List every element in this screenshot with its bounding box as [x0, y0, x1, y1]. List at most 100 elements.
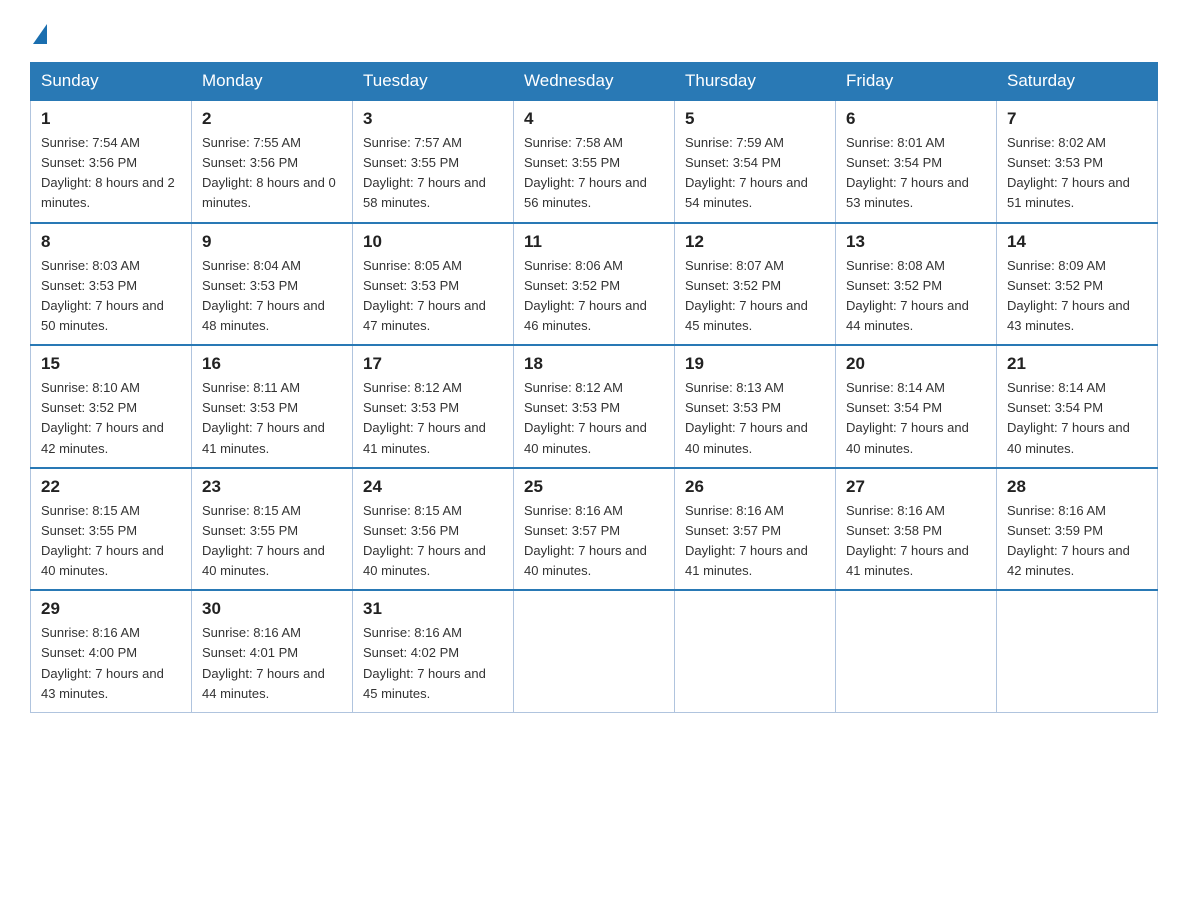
col-header-thursday: Thursday	[675, 63, 836, 101]
day-number: 1	[41, 109, 181, 129]
calendar-cell: 15 Sunrise: 8:10 AMSunset: 3:52 PMDaylig…	[31, 345, 192, 468]
day-info: Sunrise: 8:16 AMSunset: 3:57 PMDaylight:…	[685, 503, 808, 578]
calendar-cell: 23 Sunrise: 8:15 AMSunset: 3:55 PMDaylig…	[192, 468, 353, 591]
day-number: 10	[363, 232, 503, 252]
week-row-4: 22 Sunrise: 8:15 AMSunset: 3:55 PMDaylig…	[31, 468, 1158, 591]
page-header	[30, 20, 1158, 44]
day-number: 9	[202, 232, 342, 252]
week-row-1: 1 Sunrise: 7:54 AMSunset: 3:56 PMDayligh…	[31, 100, 1158, 223]
calendar-cell: 21 Sunrise: 8:14 AMSunset: 3:54 PMDaylig…	[997, 345, 1158, 468]
day-info: Sunrise: 8:08 AMSunset: 3:52 PMDaylight:…	[846, 258, 969, 333]
calendar-cell: 5 Sunrise: 7:59 AMSunset: 3:54 PMDayligh…	[675, 100, 836, 223]
day-number: 14	[1007, 232, 1147, 252]
col-header-wednesday: Wednesday	[514, 63, 675, 101]
week-row-2: 8 Sunrise: 8:03 AMSunset: 3:53 PMDayligh…	[31, 223, 1158, 346]
col-header-friday: Friday	[836, 63, 997, 101]
calendar-cell: 9 Sunrise: 8:04 AMSunset: 3:53 PMDayligh…	[192, 223, 353, 346]
day-number: 5	[685, 109, 825, 129]
day-info: Sunrise: 8:01 AMSunset: 3:54 PMDaylight:…	[846, 135, 969, 210]
day-info: Sunrise: 7:54 AMSunset: 3:56 PMDaylight:…	[41, 135, 175, 210]
day-number: 13	[846, 232, 986, 252]
day-info: Sunrise: 7:57 AMSunset: 3:55 PMDaylight:…	[363, 135, 486, 210]
day-number: 24	[363, 477, 503, 497]
day-number: 7	[1007, 109, 1147, 129]
day-number: 4	[524, 109, 664, 129]
day-info: Sunrise: 7:58 AMSunset: 3:55 PMDaylight:…	[524, 135, 647, 210]
day-info: Sunrise: 8:04 AMSunset: 3:53 PMDaylight:…	[202, 258, 325, 333]
day-number: 22	[41, 477, 181, 497]
day-info: Sunrise: 8:16 AMSunset: 4:01 PMDaylight:…	[202, 625, 325, 700]
calendar-cell: 29 Sunrise: 8:16 AMSunset: 4:00 PMDaylig…	[31, 590, 192, 712]
day-number: 16	[202, 354, 342, 374]
calendar-cell: 2 Sunrise: 7:55 AMSunset: 3:56 PMDayligh…	[192, 100, 353, 223]
day-info: Sunrise: 8:12 AMSunset: 3:53 PMDaylight:…	[524, 380, 647, 455]
calendar-cell	[836, 590, 997, 712]
day-info: Sunrise: 8:16 AMSunset: 3:58 PMDaylight:…	[846, 503, 969, 578]
calendar-cell: 3 Sunrise: 7:57 AMSunset: 3:55 PMDayligh…	[353, 100, 514, 223]
calendar-header-row: SundayMondayTuesdayWednesdayThursdayFrid…	[31, 63, 1158, 101]
day-info: Sunrise: 8:05 AMSunset: 3:53 PMDaylight:…	[363, 258, 486, 333]
day-number: 12	[685, 232, 825, 252]
calendar-table: SundayMondayTuesdayWednesdayThursdayFrid…	[30, 62, 1158, 713]
calendar-cell: 1 Sunrise: 7:54 AMSunset: 3:56 PMDayligh…	[31, 100, 192, 223]
calendar-cell: 8 Sunrise: 8:03 AMSunset: 3:53 PMDayligh…	[31, 223, 192, 346]
day-number: 3	[363, 109, 503, 129]
day-number: 28	[1007, 477, 1147, 497]
col-header-monday: Monday	[192, 63, 353, 101]
calendar-cell: 12 Sunrise: 8:07 AMSunset: 3:52 PMDaylig…	[675, 223, 836, 346]
calendar-cell: 27 Sunrise: 8:16 AMSunset: 3:58 PMDaylig…	[836, 468, 997, 591]
calendar-cell: 16 Sunrise: 8:11 AMSunset: 3:53 PMDaylig…	[192, 345, 353, 468]
day-info: Sunrise: 8:09 AMSunset: 3:52 PMDaylight:…	[1007, 258, 1130, 333]
day-number: 2	[202, 109, 342, 129]
day-info: Sunrise: 8:07 AMSunset: 3:52 PMDaylight:…	[685, 258, 808, 333]
day-number: 20	[846, 354, 986, 374]
calendar-cell	[675, 590, 836, 712]
day-number: 11	[524, 232, 664, 252]
calendar-cell: 31 Sunrise: 8:16 AMSunset: 4:02 PMDaylig…	[353, 590, 514, 712]
day-number: 23	[202, 477, 342, 497]
calendar-cell: 28 Sunrise: 8:16 AMSunset: 3:59 PMDaylig…	[997, 468, 1158, 591]
calendar-cell: 30 Sunrise: 8:16 AMSunset: 4:01 PMDaylig…	[192, 590, 353, 712]
calendar-cell: 7 Sunrise: 8:02 AMSunset: 3:53 PMDayligh…	[997, 100, 1158, 223]
week-row-3: 15 Sunrise: 8:10 AMSunset: 3:52 PMDaylig…	[31, 345, 1158, 468]
day-number: 26	[685, 477, 825, 497]
calendar-cell: 17 Sunrise: 8:12 AMSunset: 3:53 PMDaylig…	[353, 345, 514, 468]
day-info: Sunrise: 7:55 AMSunset: 3:56 PMDaylight:…	[202, 135, 336, 210]
day-info: Sunrise: 8:15 AMSunset: 3:55 PMDaylight:…	[41, 503, 164, 578]
week-row-5: 29 Sunrise: 8:16 AMSunset: 4:00 PMDaylig…	[31, 590, 1158, 712]
day-number: 31	[363, 599, 503, 619]
day-info: Sunrise: 8:16 AMSunset: 3:59 PMDaylight:…	[1007, 503, 1130, 578]
calendar-cell: 26 Sunrise: 8:16 AMSunset: 3:57 PMDaylig…	[675, 468, 836, 591]
calendar-cell	[514, 590, 675, 712]
day-info: Sunrise: 8:16 AMSunset: 3:57 PMDaylight:…	[524, 503, 647, 578]
col-header-tuesday: Tuesday	[353, 63, 514, 101]
calendar-cell: 20 Sunrise: 8:14 AMSunset: 3:54 PMDaylig…	[836, 345, 997, 468]
col-header-sunday: Sunday	[31, 63, 192, 101]
calendar-cell: 19 Sunrise: 8:13 AMSunset: 3:53 PMDaylig…	[675, 345, 836, 468]
calendar-cell: 11 Sunrise: 8:06 AMSunset: 3:52 PMDaylig…	[514, 223, 675, 346]
day-info: Sunrise: 8:10 AMSunset: 3:52 PMDaylight:…	[41, 380, 164, 455]
day-number: 19	[685, 354, 825, 374]
calendar-cell: 10 Sunrise: 8:05 AMSunset: 3:53 PMDaylig…	[353, 223, 514, 346]
calendar-cell: 6 Sunrise: 8:01 AMSunset: 3:54 PMDayligh…	[836, 100, 997, 223]
day-number: 15	[41, 354, 181, 374]
day-info: Sunrise: 8:15 AMSunset: 3:55 PMDaylight:…	[202, 503, 325, 578]
day-info: Sunrise: 8:12 AMSunset: 3:53 PMDaylight:…	[363, 380, 486, 455]
day-info: Sunrise: 8:16 AMSunset: 4:02 PMDaylight:…	[363, 625, 486, 700]
day-info: Sunrise: 8:14 AMSunset: 3:54 PMDaylight:…	[846, 380, 969, 455]
col-header-saturday: Saturday	[997, 63, 1158, 101]
day-info: Sunrise: 8:13 AMSunset: 3:53 PMDaylight:…	[685, 380, 808, 455]
day-number: 17	[363, 354, 503, 374]
day-number: 29	[41, 599, 181, 619]
day-info: Sunrise: 8:06 AMSunset: 3:52 PMDaylight:…	[524, 258, 647, 333]
day-number: 8	[41, 232, 181, 252]
logo	[30, 20, 47, 44]
day-info: Sunrise: 8:02 AMSunset: 3:53 PMDaylight:…	[1007, 135, 1130, 210]
day-info: Sunrise: 7:59 AMSunset: 3:54 PMDaylight:…	[685, 135, 808, 210]
calendar-cell	[997, 590, 1158, 712]
day-info: Sunrise: 8:03 AMSunset: 3:53 PMDaylight:…	[41, 258, 164, 333]
day-number: 30	[202, 599, 342, 619]
day-info: Sunrise: 8:16 AMSunset: 4:00 PMDaylight:…	[41, 625, 164, 700]
calendar-cell: 4 Sunrise: 7:58 AMSunset: 3:55 PMDayligh…	[514, 100, 675, 223]
calendar-cell: 14 Sunrise: 8:09 AMSunset: 3:52 PMDaylig…	[997, 223, 1158, 346]
